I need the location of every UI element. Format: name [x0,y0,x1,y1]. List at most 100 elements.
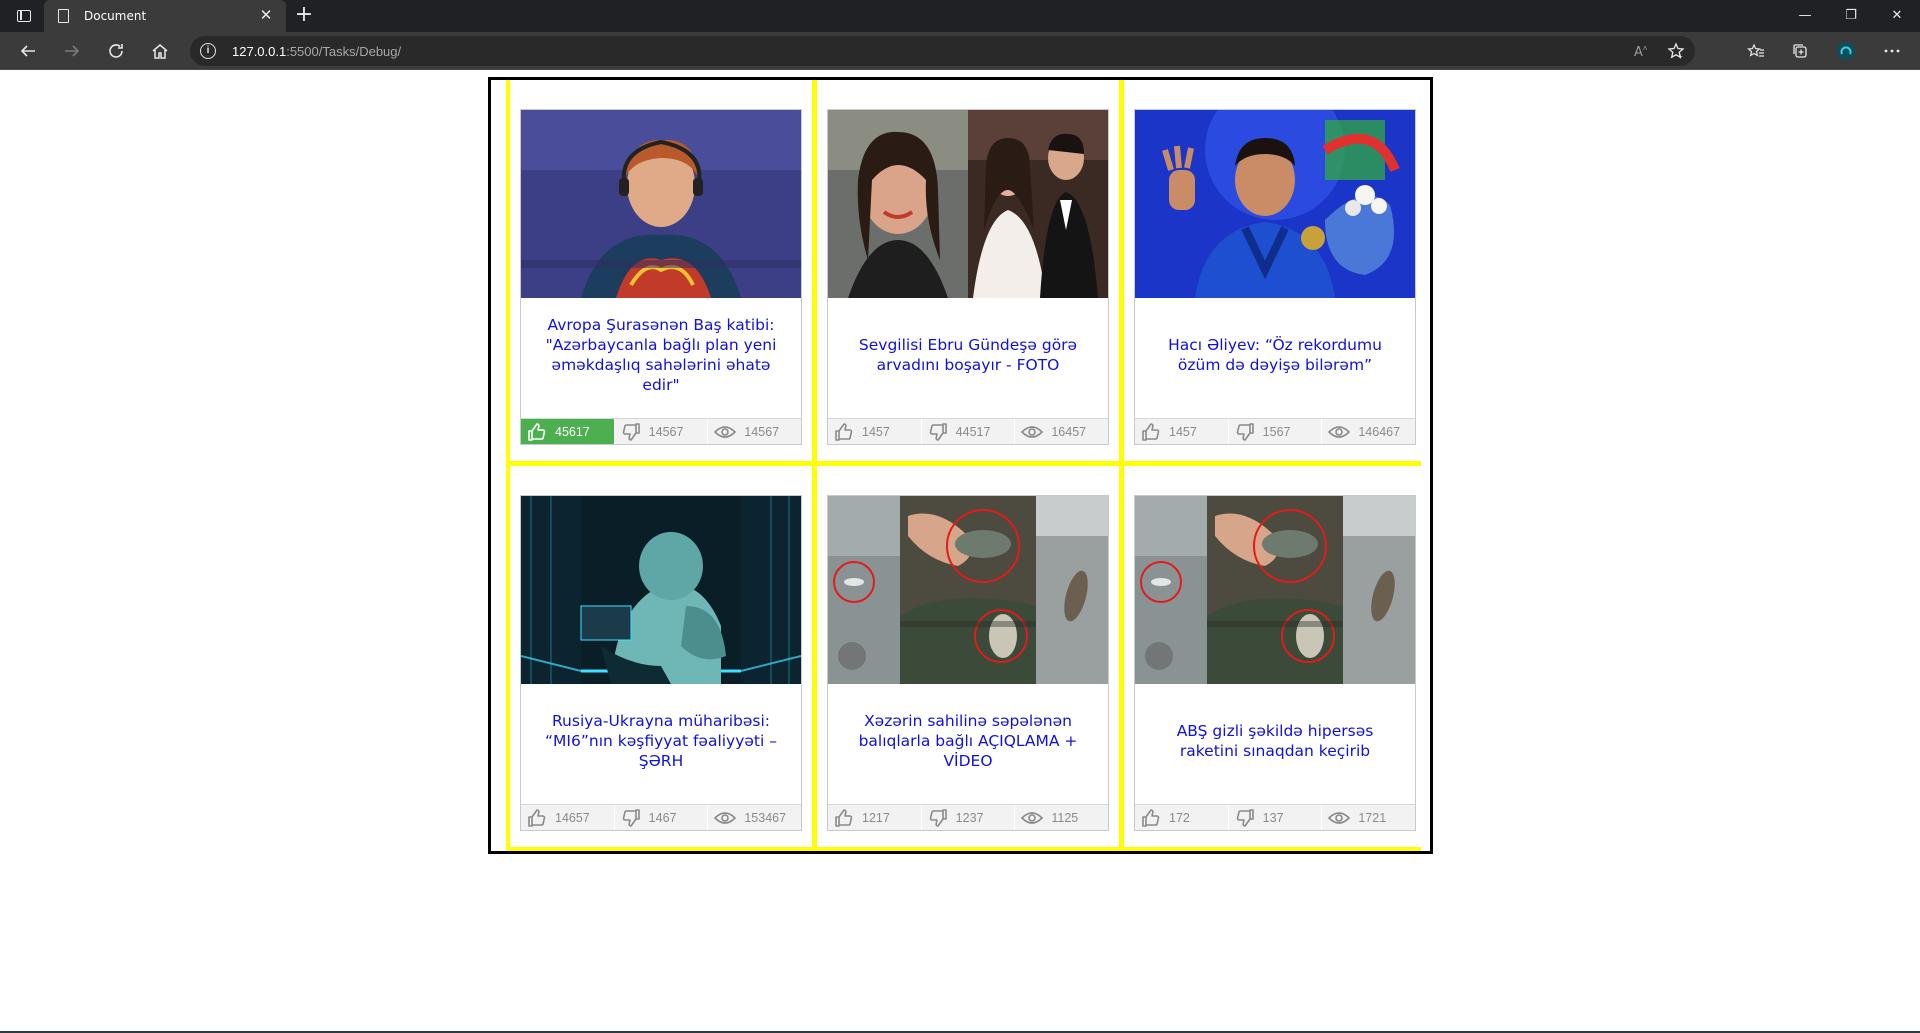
news-stats-bar: 172 137 1721 [1135,804,1415,830]
dislike-button[interactable]: 1237 [922,805,1016,830]
more-menu-button[interactable] [1878,37,1906,65]
news-headline[interactable]: Avropa Şurasənən Baş katibi: "Azərbaycan… [541,298,781,412]
eye-icon [1021,811,1044,824]
views-count: 16457 [1051,424,1087,439]
like-count: 1457 [1169,424,1197,439]
news-image[interactable] [521,496,801,684]
site-info-icon[interactable]: i [200,43,216,59]
grid-cell: Xəzərin sahilinə səpələnən balıqlarla ba… [817,466,1119,847]
add-favorite-icon[interactable]: + [1667,42,1685,65]
news-image[interactable] [828,110,1108,298]
dislike-button[interactable]: 1467 [615,805,709,830]
thumbs-down-icon [929,808,947,827]
news-stats-bar: 45617 14567 14567 [521,418,801,444]
thumbs-up-icon [528,808,546,827]
dislike-button[interactable]: 44517 [922,419,1016,444]
news-card[interactable]: Hacı Əliyev: “Öz rekordumu özüm də dəyiş… [1134,109,1416,445]
news-headline[interactable]: Hacı Əliyev: “Öz rekordumu özüm də dəyiş… [1155,298,1395,412]
grid-cell: Avropa Şurasənən Baş katibi: "Azərbaycan… [510,80,812,461]
news-image[interactable] [1135,496,1415,684]
thumbs-down-icon [622,808,640,827]
read-aloud-icon[interactable]: Aʌ [1633,43,1651,64]
views-count: 1125 [1051,810,1079,825]
views-count: 146467 [1358,424,1401,439]
news-headline[interactable]: Sevgilisi Ebru Gündeşə görə arvadını boş… [848,298,1088,412]
collections-button[interactable] [1786,37,1814,65]
news-card[interactable]: Avropa Şurasənən Baş katibi: "Azərbaycan… [520,109,802,445]
back-button[interactable] [14,37,42,65]
thumbs-up-icon [835,422,853,441]
views-count: 14567 [744,424,780,439]
browser-titlebar: Document ✕ + — ❐ ✕ [0,0,1920,32]
new-tab-button[interactable]: + [292,4,316,28]
like-count: 1217 [862,810,890,825]
favorites-button[interactable] [1742,37,1770,65]
eye-icon [1021,425,1044,438]
back-arrow-icon [20,45,35,57]
thumbs-down-icon [1236,808,1254,827]
news-headline[interactable]: Xəzərin sahilinə səpələnən balıqlarla ba… [848,684,1088,798]
window-controls: — ❐ ✕ [1782,0,1920,32]
thumbs-up-icon [528,422,546,441]
document-icon [58,9,69,23]
dislike-count: 44517 [955,424,991,439]
grid-cell: ABŞ gizli şəkildə hipersəs raketini sına… [1124,466,1426,847]
like-button[interactable]: 1457 [1135,419,1229,444]
news-headline[interactable]: ABŞ gizli şəkildə hipersəs raketini sına… [1155,684,1395,798]
news-grid: Avropa Şurasənən Baş katibi: "Azərbaycan… [506,80,1426,851]
restore-button[interactable]: ❐ [1828,0,1874,32]
collections-icon [1793,44,1807,58]
views-count: 153467 [744,810,787,825]
news-image[interactable] [1135,110,1415,298]
eye-icon [714,811,737,824]
url-path: :5500/Tasks/Debug/ [286,44,402,59]
eye-icon [1328,811,1351,824]
reload-button[interactable] [102,37,130,65]
browser-tab[interactable]: Document ✕ [44,0,286,32]
news-image[interactable] [828,496,1108,684]
minimize-button[interactable]: — [1782,0,1828,32]
eye-icon [714,425,737,438]
home-button[interactable] [146,37,174,65]
like-count: 45617 [555,424,590,439]
hacker-in-server-room-photo [521,496,801,684]
news-card[interactable]: ABŞ gizli şəkildə hipersəs raketini sına… [1134,495,1416,831]
reload-icon [109,44,123,58]
like-button[interactable]: 1217 [828,805,922,830]
url-text: 127.0.0.1:5500/Tasks/Debug/ [232,44,401,59]
tab-title: Document [84,9,147,23]
views-indicator: 1721 [1322,805,1415,830]
profile-icon [1837,42,1855,60]
dislike-button[interactable]: 1567 [1229,419,1323,444]
thumbs-down-icon [622,422,640,441]
like-button[interactable]: 14657 [521,805,615,830]
dislike-button[interactable]: 137 [1229,805,1323,830]
like-button[interactable]: 1457 [828,419,922,444]
views-indicator: 16457 [1015,419,1108,444]
grid-cell: Sevgilisi Ebru Gündeşə görə arvadını boş… [817,80,1119,461]
news-card[interactable]: Rusiya-Ukrayna müharibəsi: “MI6”nın kəşf… [520,495,802,831]
dead-fish-on-shore-photo [828,496,1108,684]
dislike-count: 14567 [648,424,684,439]
like-button[interactable]: 45617 [521,419,615,444]
news-card[interactable]: Xəzərin sahilinə səpələnən balıqlarla ba… [827,495,1109,831]
thumbs-up-icon [1142,422,1160,441]
close-window-button[interactable]: ✕ [1874,0,1920,32]
address-bar[interactable]: i 127.0.0.1:5500/Tasks/Debug/ Aʌ + [190,36,1695,66]
like-button[interactable]: 172 [1135,805,1229,830]
news-image[interactable] [521,110,801,298]
tab-close-icon[interactable]: ✕ [256,5,276,25]
profile-button[interactable] [1832,37,1860,65]
dislike-button[interactable]: 14567 [615,419,709,444]
like-count: 172 [1169,810,1190,825]
thumbs-down-icon [929,422,947,441]
grid-cell: Hacı Əliyev: “Öz rekordumu özüm də dəyiş… [1124,80,1426,461]
woman-with-headphones-photo [521,110,801,298]
views-indicator: 1125 [1015,805,1108,830]
forward-button[interactable] [58,37,86,65]
home-icon [152,44,168,59]
thumbs-up-icon [1142,808,1160,827]
news-headline[interactable]: Rusiya-Ukrayna müharibəsi: “MI6”nın kəşf… [541,684,781,798]
tab-actions-button[interactable] [10,6,38,26]
news-card[interactable]: Sevgilisi Ebru Gündeşə görə arvadını boş… [827,109,1109,445]
